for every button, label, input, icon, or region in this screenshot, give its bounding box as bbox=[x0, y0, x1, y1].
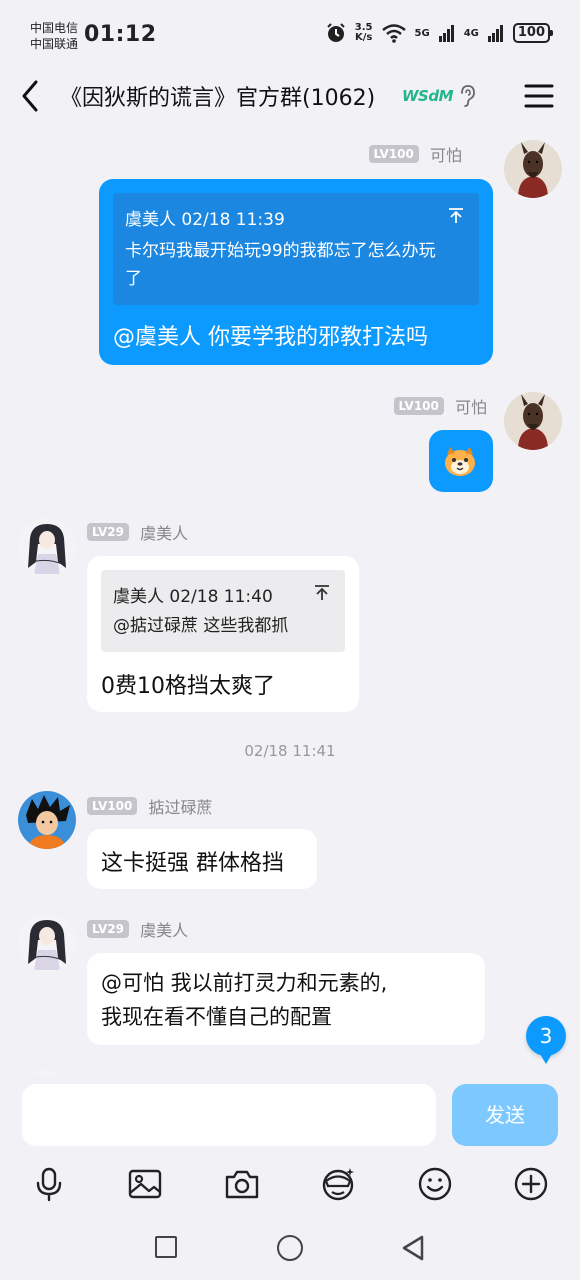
plus-icon[interactable] bbox=[513, 1166, 549, 1202]
carrier-2: 中国联通 bbox=[30, 37, 79, 51]
avatar[interactable] bbox=[504, 392, 562, 450]
sticker-bubble[interactable] bbox=[429, 430, 493, 492]
nav-back-icon[interactable] bbox=[400, 1234, 426, 1262]
input-bar: 发送 bbox=[0, 1076, 580, 1156]
avatar[interactable] bbox=[18, 914, 76, 972]
jump-to-quote-icon[interactable] bbox=[313, 584, 331, 602]
message-bubble[interactable]: @可怕 我以前打灵力和元素的, 我现在看不懂自己的配置 bbox=[87, 953, 485, 1045]
level-badge: LV100 bbox=[368, 145, 419, 163]
sender-name[interactable]: 虞美人 bbox=[140, 524, 188, 543]
message-sender-info: LV100 可怕 bbox=[393, 394, 487, 418]
network-type-1: 5G bbox=[414, 27, 430, 39]
menu-icon[interactable] bbox=[524, 82, 554, 110]
status-icons: 3.5 K/s 5G 4G 100 bbox=[325, 22, 554, 44]
sender-name[interactable]: 掂过碌蔗 bbox=[148, 798, 212, 817]
quote-text-line-2: 了 bbox=[125, 269, 142, 289]
message-bubble[interactable]: 这卡挺强 群体格挡 bbox=[87, 829, 317, 889]
message-input[interactable] bbox=[22, 1084, 436, 1146]
message-list[interactable]: LV100 可怕 虞美人 02/18 11:39 卡尔玛我最开始玩99的我都忘了… bbox=[0, 126, 580, 1076]
unread-count-badge[interactable]: 3 bbox=[526, 1016, 566, 1064]
quoted-message[interactable]: 虞美人 02/18 11:40 @掂过碌蔗 这些我都抓 bbox=[101, 570, 345, 652]
system-nav-bar bbox=[0, 1212, 580, 1280]
status-bar: 中国电信 中国联通 01:12 3.5 K/s 5G 4G 100 bbox=[0, 0, 580, 68]
message-text: 这卡挺强 群体格挡 bbox=[101, 851, 284, 876]
message-text: 0费10格挡太爽了 bbox=[101, 674, 275, 699]
message-sender-info: LV100 可怕 bbox=[368, 142, 462, 166]
message-text: @虞美人 你要学我的邪教打法吗 bbox=[113, 325, 428, 350]
quote-header: 虞美人 02/18 11:39 bbox=[125, 210, 285, 230]
message-bubble[interactable]: 虞美人 02/18 11:39 卡尔玛我最开始玩99的我都忘了怎么办玩 了 @虞… bbox=[99, 179, 493, 365]
sender-name[interactable]: 可怕 bbox=[430, 146, 462, 165]
level-badge: LV100 bbox=[87, 797, 138, 815]
avatar[interactable] bbox=[18, 791, 76, 849]
send-button[interactable]: 发送 bbox=[452, 1084, 558, 1146]
quoted-message[interactable]: 虞美人 02/18 11:39 卡尔玛我最开始玩99的我都忘了怎么办玩 了 bbox=[113, 193, 479, 305]
back-arrow-icon[interactable] bbox=[16, 78, 46, 114]
level-badge: LV29 bbox=[87, 523, 129, 541]
group-badge: WSdM bbox=[402, 87, 454, 105]
jump-to-quote-icon[interactable] bbox=[447, 207, 465, 225]
network-type-2: 4G bbox=[463, 27, 479, 39]
quote-text-line-1: @掂过碌蔗 这些我都抓 bbox=[113, 616, 289, 636]
sender-name[interactable]: 虞美人 bbox=[140, 921, 188, 940]
super-emoji-icon[interactable] bbox=[320, 1166, 356, 1202]
message-text-line-2: 我现在看不懂自己的配置 bbox=[101, 1005, 332, 1029]
emoji-icon[interactable] bbox=[417, 1166, 453, 1202]
clock: 01:12 bbox=[84, 22, 157, 47]
avatar[interactable] bbox=[18, 518, 76, 576]
image-icon[interactable] bbox=[127, 1166, 163, 1202]
alarm-icon bbox=[327, 23, 345, 42]
battery-icon: 100 bbox=[512, 23, 554, 43]
avatar[interactable] bbox=[504, 140, 562, 198]
carrier-info: 中国电信 中国联通 bbox=[30, 20, 78, 52]
message-sender-info: LV29 虞美人 bbox=[87, 520, 188, 544]
quote-header: 虞美人 02/18 11:40 bbox=[113, 587, 273, 607]
ear-icon[interactable] bbox=[457, 84, 477, 108]
sender-name[interactable]: 可怕 bbox=[455, 398, 487, 417]
network-speed: 3.5 K/s bbox=[354, 22, 373, 43]
carrier-1: 中国电信 bbox=[30, 21, 79, 35]
message-sender-info: LV29 虞美人 bbox=[87, 917, 188, 941]
quote-text-line-1: 卡尔玛我最开始玩99的我都忘了怎么办玩 bbox=[125, 241, 436, 261]
wifi-icon bbox=[381, 24, 406, 43]
input-toolbar bbox=[0, 1156, 580, 1212]
message-sender-info: LV100 掂过碌蔗 bbox=[87, 794, 212, 818]
camera-icon[interactable] bbox=[224, 1166, 260, 1202]
home-button[interactable] bbox=[277, 1235, 303, 1261]
dog-emoji-icon bbox=[445, 447, 475, 476]
level-badge: LV100 bbox=[393, 397, 444, 415]
signal-icon-2 bbox=[487, 25, 503, 42]
message-bubble[interactable]: 虞美人 02/18 11:40 @掂过碌蔗 这些我都抓 0费10格挡太爽了 bbox=[87, 556, 359, 712]
signal-icon-1 bbox=[438, 25, 454, 42]
chat-header: 《因狄斯的谎言》官方群(1062) WSdM bbox=[0, 68, 580, 126]
level-badge: LV29 bbox=[87, 920, 129, 938]
time-divider: 02/18 11:41 bbox=[244, 742, 336, 760]
message-text-line-1: @可怕 我以前打灵力和元素的, bbox=[101, 971, 388, 995]
recent-apps-button[interactable] bbox=[155, 1236, 177, 1258]
microphone-icon[interactable] bbox=[31, 1166, 67, 1202]
group-title[interactable]: 《因狄斯的谎言》官方群(1062) bbox=[60, 80, 375, 112]
